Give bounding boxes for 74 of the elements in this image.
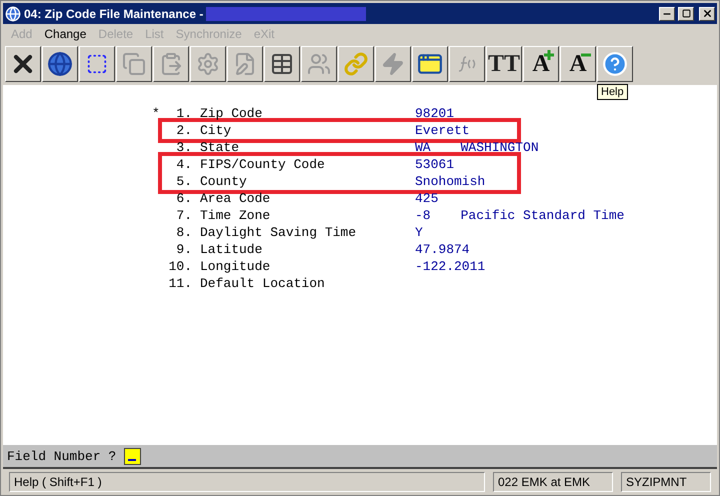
field-value: 53061: [415, 157, 454, 172]
field-label: Zip Code: [200, 106, 264, 121]
toolbar-button[interactable]: A: [523, 46, 559, 82]
field-value: 425: [415, 191, 438, 206]
field-description: Pacific Standard Time: [460, 208, 624, 223]
toolbar-button[interactable]: [412, 46, 448, 82]
field-number: 11.: [168, 276, 192, 291]
globe-icon: [5, 6, 21, 22]
toolbar-button[interactable]: [597, 46, 633, 82]
field-label: Longitude: [200, 259, 272, 274]
paste-icon: [159, 52, 183, 76]
people-icon: [307, 52, 331, 76]
toolbar-button[interactable]: [42, 46, 78, 82]
dashed-square-icon: [86, 53, 108, 75]
field-label: Time Zone: [200, 208, 272, 223]
copy-icon: [122, 52, 146, 76]
tooltip: Help: [597, 84, 628, 100]
field-number: 10.: [168, 259, 192, 274]
toolbar-button[interactable]: [338, 46, 374, 82]
function-icon: [456, 54, 478, 74]
toolbar-button[interactable]: [264, 46, 300, 82]
field-description: WASHINGTON: [460, 140, 539, 155]
font-glyph: TT: [488, 52, 520, 76]
field-value: 47.9874: [415, 242, 470, 257]
settings-icon: [196, 52, 220, 76]
lightning-icon: [381, 52, 405, 76]
field-number: 9.: [175, 242, 192, 257]
window-title: 04: Zip Code File Maintenance -: [24, 6, 204, 20]
field-value: Y: [415, 225, 423, 240]
required-marker: *: [152, 106, 160, 121]
table-icon: [270, 52, 294, 76]
field-label: Area Code: [200, 191, 272, 206]
field-label: Default Location: [200, 276, 326, 291]
font-glyph: A: [569, 52, 587, 76]
field-number: 4.: [175, 157, 192, 172]
pencil-document-icon: [233, 52, 257, 76]
field-number: 5.: [175, 174, 192, 189]
field-number: 6.: [175, 191, 192, 206]
field-label: State: [200, 140, 240, 155]
font-glyph: A: [532, 52, 550, 76]
toolbar-button[interactable]: A: [560, 46, 596, 82]
field-label: FIPS/County Code: [200, 157, 326, 172]
chain-link-icon: [344, 52, 368, 76]
help-icon: [602, 51, 628, 77]
status-pane: SYZIPMNT: [621, 472, 711, 492]
status-pane: Help ( Shift+F1 ): [9, 472, 485, 492]
prompt-label: Field Number ?: [7, 448, 116, 464]
field-value: WA: [415, 140, 431, 155]
field-label: Latitude: [200, 242, 264, 257]
maximize-icon: [682, 9, 690, 18]
field-label: City: [200, 123, 232, 138]
field-value: Everett: [415, 123, 470, 138]
toolbar-button[interactable]: TT: [486, 46, 522, 82]
field-value: 98201: [415, 106, 454, 121]
field-number: 1.: [175, 106, 192, 121]
status-pane: 022 EMK at EMK: [493, 472, 613, 492]
globe-icon: [47, 51, 73, 77]
maximize-button[interactable]: [678, 6, 694, 20]
field-value: -122.2011: [415, 259, 486, 274]
close-icon: [702, 8, 712, 19]
menu-item[interactable]: Change: [44, 27, 86, 41]
minimize-button[interactable]: [659, 6, 675, 20]
toolbar-button[interactable]: [5, 46, 41, 82]
field-number-input[interactable]: [124, 448, 142, 464]
field-number: 8.: [175, 225, 192, 240]
field-label: County: [200, 174, 248, 189]
close-button[interactable]: [699, 6, 715, 20]
field-number: 3.: [175, 140, 192, 155]
field-number: 7.: [175, 208, 192, 223]
field-number: 2.: [175, 123, 192, 138]
field-value: -8: [415, 208, 431, 223]
field-value: Snohomish: [415, 174, 486, 189]
field-label: Daylight Saving Time: [200, 225, 358, 240]
toolbar-button[interactable]: [79, 46, 115, 82]
